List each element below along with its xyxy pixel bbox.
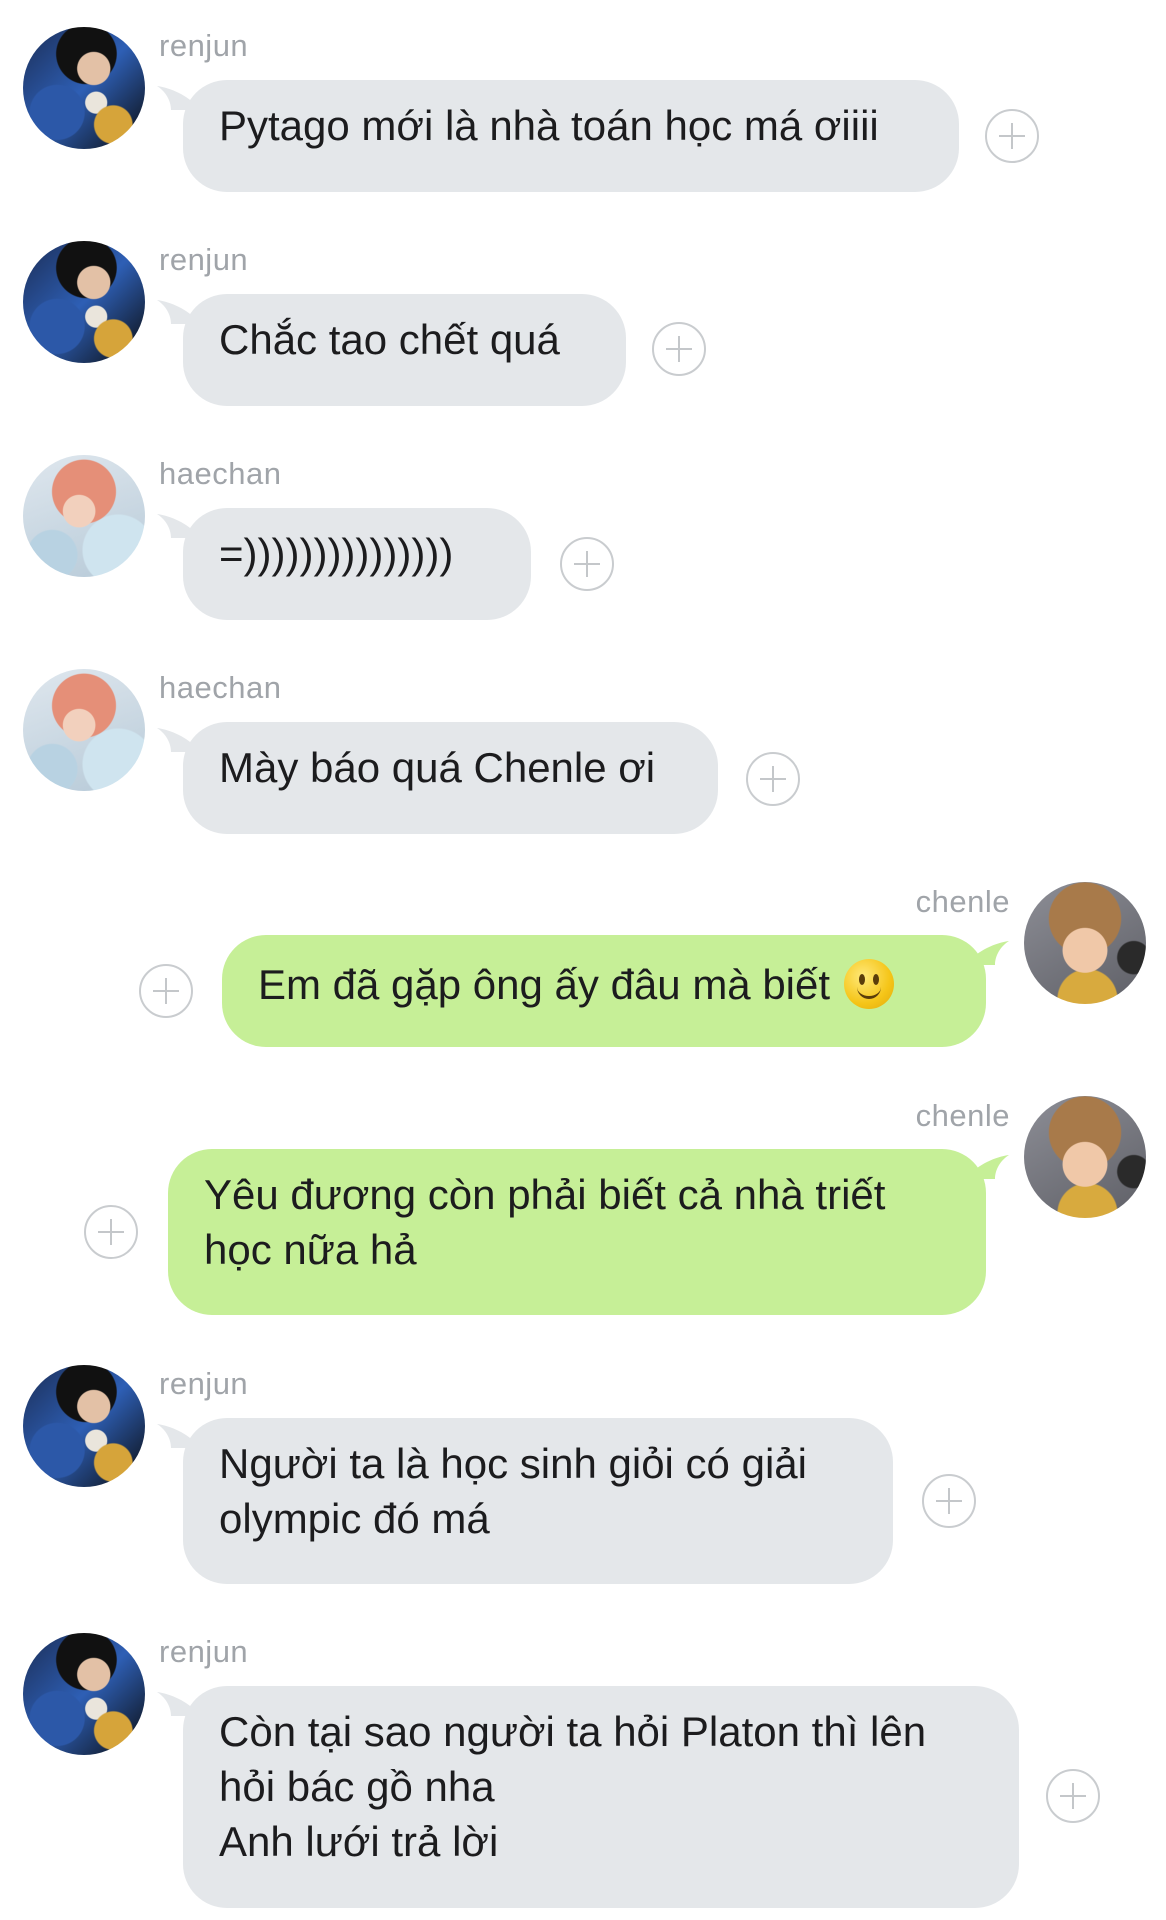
plus-circle-icon[interactable] [922, 1474, 976, 1528]
chat-thread: renjun Pytago mới là nhà toán học má ơii… [0, 0, 1166, 1920]
message-text: Người ta là học sinh giỏi có giải [219, 1440, 807, 1487]
message-text: Mày báo quá Chenle ơi [219, 744, 656, 791]
message-bubble[interactable]: Mày báo quá Chenle ơi [183, 722, 718, 834]
message-bubble[interactable]: Người ta là học sinh giỏi có giải olympi… [183, 1418, 893, 1584]
message-text: Em đã gặp ông ấy đâu mà biết [258, 961, 831, 1008]
message-bubble[interactable]: Pytago mới là nhà toán học má ơiiii [183, 80, 959, 192]
message-text: Chắc tao chết quá [219, 316, 560, 363]
sender-name: renjun [159, 242, 249, 277]
sender-name: renjun [159, 1366, 249, 1401]
message-text: Anh lưới trả lời [219, 1818, 499, 1865]
sender-name: chenle [915, 1098, 1010, 1133]
plus-circle-icon[interactable] [985, 109, 1039, 163]
plus-circle-icon[interactable] [1046, 1769, 1100, 1823]
message-text: Còn tại sao người ta hỏi Platon thì lên [219, 1708, 927, 1755]
message-text: hỏi bác gồ nha [219, 1763, 495, 1810]
message-bubble[interactable]: Yêu đương còn phải biết cả nhà triết học… [168, 1149, 986, 1315]
message-bubble[interactable]: Em đã gặp ông ấy đâu mà biết [222, 935, 986, 1047]
message-bubble[interactable]: =))))))))))))))) [183, 508, 531, 620]
plus-circle-icon[interactable] [139, 964, 193, 1018]
avatar-haechan[interactable] [23, 455, 145, 577]
plus-circle-icon[interactable] [746, 752, 800, 806]
avatar-renjun[interactable] [23, 1633, 145, 1755]
plus-circle-icon[interactable] [652, 322, 706, 376]
message-text: =))))))))))))))) [219, 530, 454, 577]
slightly-smiling-face-emoji [844, 959, 895, 1009]
sender-name: renjun [159, 28, 249, 63]
sender-name: renjun [159, 1634, 249, 1669]
message-text-row: Em đã gặp ông ấy đâu mà biết [258, 959, 986, 1009]
avatar-haechan[interactable] [23, 669, 145, 791]
avatar-chenle[interactable] [1024, 882, 1146, 1004]
avatar-renjun[interactable] [23, 1365, 145, 1487]
plus-circle-icon[interactable] [84, 1205, 138, 1259]
avatar-renjun[interactable] [23, 27, 145, 149]
message-text: Pytago mới là nhà toán học má ơiiii [219, 102, 879, 149]
sender-name: haechan [159, 670, 282, 705]
message-text: olympic đó má [219, 1495, 490, 1542]
sender-name: chenle [915, 884, 1010, 919]
message-bubble[interactable]: Chắc tao chết quá [183, 294, 626, 406]
avatar-renjun[interactable] [23, 241, 145, 363]
message-text: học nữa hả [204, 1226, 417, 1273]
message-bubble[interactable]: Còn tại sao người ta hỏi Platon thì lên … [183, 1686, 1019, 1908]
sender-name: haechan [159, 456, 282, 491]
plus-circle-icon[interactable] [560, 537, 614, 591]
avatar-chenle[interactable] [1024, 1096, 1146, 1218]
message-text: Yêu đương còn phải biết cả nhà triết [204, 1171, 886, 1218]
